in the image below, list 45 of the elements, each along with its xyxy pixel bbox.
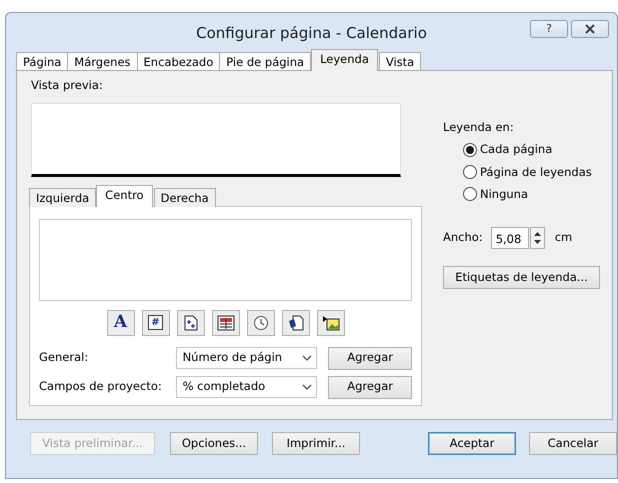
radio-button[interactable]: [463, 142, 477, 157]
page-number-icon[interactable]: #: [142, 310, 170, 336]
window-title: Configurar página - Calendario: [196, 22, 427, 44]
dialog-button[interactable]: Imprimir...: [272, 432, 360, 455]
field-label: Campos de proyecto:: [39, 378, 163, 396]
tab[interactable]: Pie de página: [219, 52, 312, 71]
dialog-button[interactable]: Opciones...: [170, 432, 258, 455]
width-field[interactable]: 5,08: [490, 227, 529, 249]
add-button[interactable]: Agregar: [328, 376, 412, 398]
radio-label: Página de leyendas: [480, 164, 592, 180]
help-button[interactable]: ?: [530, 20, 568, 38]
radio-label: Cada página: [480, 141, 552, 158]
width-label: Ancho:: [443, 229, 483, 246]
preview-label: Vista previa:: [31, 77, 103, 94]
picture-icon[interactable]: [316, 310, 344, 336]
section-tab[interactable]: Izquierda: [29, 188, 96, 206]
clock-icon[interactable]: [246, 310, 274, 336]
legend-on-label: Leyenda en:: [443, 119, 515, 136]
tab[interactable]: Vista: [378, 52, 422, 71]
radio-label: Ninguna: [480, 186, 528, 203]
font-icon[interactable]: A: [106, 310, 134, 336]
dialog-button[interactable]: Aceptar: [428, 432, 516, 455]
tab[interactable]: Márgenes: [67, 52, 138, 71]
section-tab[interactable]: Centro: [96, 184, 153, 206]
add-button[interactable]: Agregar: [328, 346, 412, 370]
tab[interactable]: Encabezado: [136, 52, 220, 71]
section-tab[interactable]: Derecha: [154, 188, 216, 206]
field-label: General:: [39, 349, 90, 366]
unit-label: cm: [554, 229, 572, 246]
chevron-icon: [302, 384, 312, 390]
document-icon[interactable]: [282, 310, 310, 336]
close-icon: [584, 24, 596, 34]
chevron-icon: [302, 355, 312, 361]
tab[interactable]: Leyenda: [311, 49, 378, 71]
dialog-button[interactable]: Cancelar: [529, 432, 617, 455]
dropdown[interactable]: Número de págin: [176, 347, 318, 369]
radio-button[interactable]: [463, 187, 477, 202]
close-button[interactable]: [571, 20, 609, 38]
legend-labels-button[interactable]: Etiquetas de leyenda...: [443, 266, 600, 289]
tab[interactable]: Página: [16, 52, 68, 71]
dropdown[interactable]: % completado: [176, 376, 318, 398]
radio-button[interactable]: [463, 165, 477, 180]
spinner-arrows-icon[interactable]: [530, 227, 545, 249]
calendar-icon[interactable]: [212, 310, 240, 336]
page-count-icon[interactable]: [176, 310, 204, 336]
